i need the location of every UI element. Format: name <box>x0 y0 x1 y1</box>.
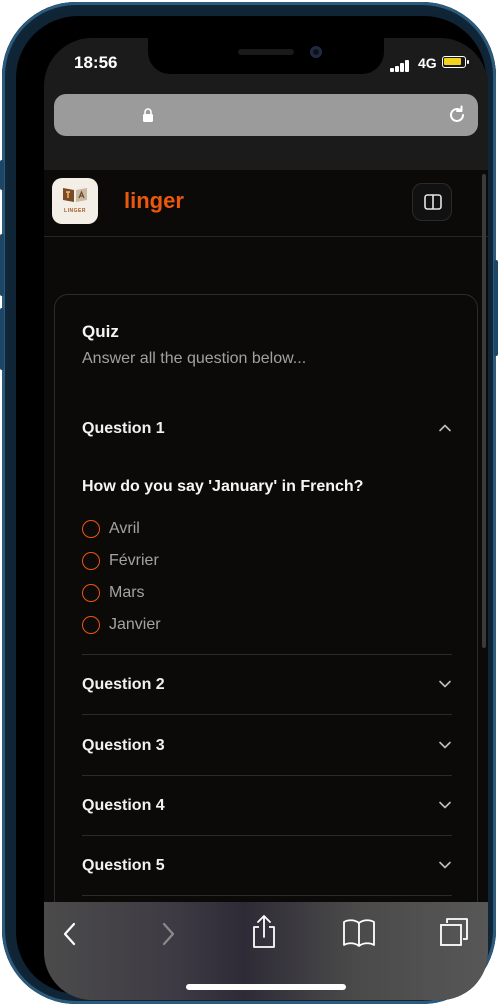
phone-screen: 18:56 4G LINGER linger Quiz Answer all t… <box>44 38 488 1000</box>
app-header: LINGER linger <box>44 170 488 237</box>
front-camera <box>310 46 322 58</box>
question-1-label: Question 1 <box>82 420 165 437</box>
answer-option-avril[interactable]: Avril <box>82 519 382 543</box>
tabs-icon[interactable] <box>438 916 470 948</box>
chevron-up-icon <box>439 424 451 432</box>
brand-name: linger <box>124 188 184 213</box>
power-button <box>494 260 498 356</box>
forward-icon[interactable] <box>158 919 178 949</box>
volume-down-button <box>0 308 4 370</box>
option-label: Janvier <box>109 616 161 633</box>
network-type: 4G <box>418 55 437 71</box>
phone-bezel: 18:56 4G LINGER linger Quiz Answer all t… <box>16 16 488 1000</box>
chevron-down-icon <box>439 801 451 809</box>
divider <box>82 835 452 836</box>
radio-button[interactable] <box>82 552 100 570</box>
home-indicator[interactable] <box>186 984 346 990</box>
question-4-header[interactable]: Question 4 <box>82 797 452 857</box>
phone-frame: 18:56 4G LINGER linger Quiz Answer all t… <box>0 2 498 1004</box>
quiz-card: Quiz Answer all the question below... Qu… <box>54 294 478 994</box>
share-icon[interactable] <box>250 914 278 950</box>
signal-icon <box>390 60 412 72</box>
browser-toolbar <box>44 902 488 1000</box>
answer-option-janvier[interactable]: Janvier <box>82 615 382 639</box>
question-4-label: Question 4 <box>82 797 165 814</box>
status-time: 18:56 <box>74 53 118 72</box>
question-1-header[interactable]: Question 1 <box>82 420 452 480</box>
question-2-header[interactable]: Question 2 <box>82 676 452 736</box>
bookmarks-icon[interactable] <box>342 918 376 948</box>
divider <box>82 714 452 715</box>
speaker-grille <box>238 49 294 55</box>
quiz-subtitle: Answer all the question below... <box>82 350 307 367</box>
sidebar-panel-icon <box>424 194 442 210</box>
page-scrollbar[interactable] <box>482 174 486 648</box>
option-label: Février <box>109 552 159 569</box>
divider <box>82 654 452 655</box>
address-bar[interactable] <box>54 94 478 136</box>
battery-icon <box>442 56 469 68</box>
question-1-prompt: How do you say 'January' in French? <box>82 478 364 495</box>
answer-option-fevrier[interactable]: Février <box>82 551 382 575</box>
quiz-title: Quiz <box>82 322 119 341</box>
radio-button[interactable] <box>82 616 100 634</box>
mute-switch <box>0 160 4 190</box>
notch <box>148 38 384 74</box>
volume-up-button <box>0 234 4 296</box>
linger-logo-icon[interactable]: LINGER <box>52 178 98 224</box>
back-icon[interactable] <box>60 919 80 949</box>
option-label: Avril <box>109 520 140 537</box>
divider <box>82 895 452 896</box>
option-label: Mars <box>109 584 145 601</box>
radio-button[interactable] <box>82 584 100 602</box>
chevron-down-icon <box>439 680 451 688</box>
sidebar-toggle-button[interactable] <box>412 183 452 221</box>
browser-address-area <box>44 94 488 170</box>
question-2-label: Question 2 <box>82 676 165 693</box>
answer-option-mars[interactable]: Mars <box>82 583 382 607</box>
logo-mark-icon <box>63 188 87 202</box>
chevron-down-icon <box>439 741 451 749</box>
question-3-label: Question 3 <box>82 737 165 754</box>
reload-icon[interactable] <box>446 104 468 126</box>
radio-button[interactable] <box>82 520 100 538</box>
lock-icon <box>143 108 153 122</box>
status-bar: 18:56 4G <box>44 38 488 94</box>
question-3-header[interactable]: Question 3 <box>82 737 452 797</box>
divider <box>82 775 452 776</box>
question-5-label: Question 5 <box>82 857 165 874</box>
chevron-down-icon <box>439 861 451 869</box>
